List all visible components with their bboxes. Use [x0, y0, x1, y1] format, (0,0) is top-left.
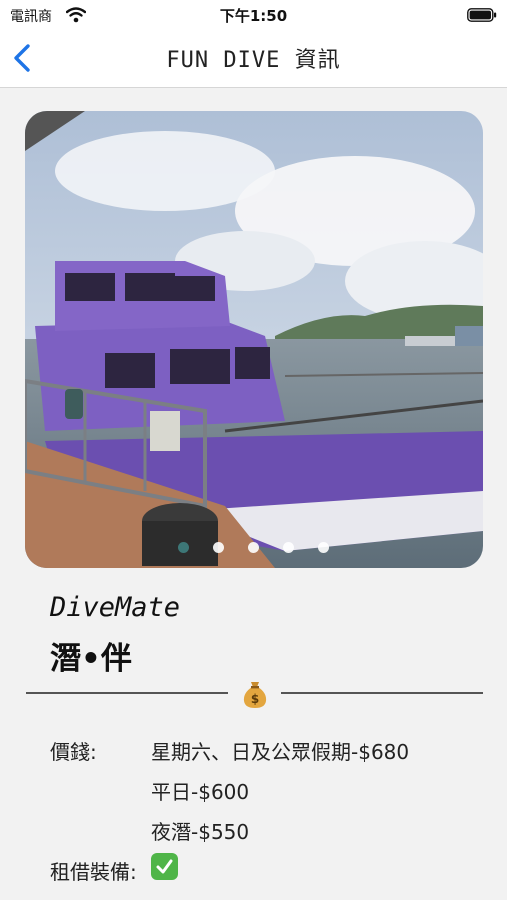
- status-time: 下午1:50: [219, 7, 288, 25]
- equipment-label: 租借裝備:: [50, 860, 137, 884]
- money-bag-icon: $: [243, 682, 267, 708]
- boat-photo: [25, 111, 483, 568]
- battery-icon: [467, 8, 497, 22]
- page-dot[interactable]: [178, 542, 189, 553]
- page-dot[interactable]: [318, 542, 329, 553]
- brand-name-zh: 潛•伴: [50, 641, 132, 677]
- page-dot[interactable]: [213, 542, 224, 553]
- page-title: FUN DIVE 資訊: [166, 48, 341, 73]
- photo-carousel[interactable]: [25, 111, 483, 568]
- divider-left: [26, 692, 228, 694]
- divider-right: [281, 692, 483, 694]
- page-dot[interactable]: [283, 542, 294, 553]
- status-bar: 電訊商 下午1:50: [0, 0, 507, 30]
- price-night-dive: 夜潛-$550: [151, 820, 250, 844]
- page-dot[interactable]: [248, 542, 259, 553]
- checkmark-icon: [151, 853, 178, 880]
- navigation-bar: FUN DIVE 資訊: [0, 30, 507, 88]
- price-weekend: 星期六、日及公眾假期-$680: [151, 740, 410, 764]
- brand-name-en: DiveMate: [50, 592, 181, 623]
- price-label: 價錢:: [50, 740, 97, 764]
- price-weekday: 平日-$600: [151, 780, 250, 804]
- svg-text:$: $: [251, 692, 259, 706]
